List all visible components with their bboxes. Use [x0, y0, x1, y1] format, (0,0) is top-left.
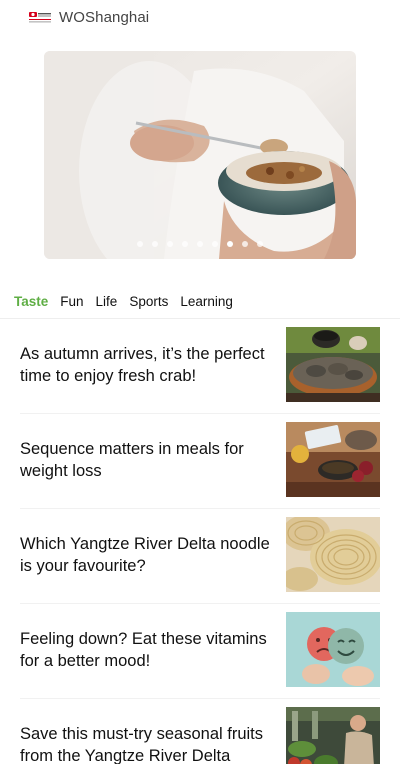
- tab-fun[interactable]: Fun: [60, 294, 83, 314]
- mood-faces-photo: [286, 612, 380, 687]
- noodles-photo: [286, 517, 380, 592]
- article-thumbnail: [286, 517, 380, 592]
- tab-taste[interactable]: Taste: [14, 294, 48, 314]
- article-title: Which Yangtze River Delta noodle is your…: [20, 535, 270, 575]
- china-unicom-logo-icon[interactable]: [28, 11, 52, 25]
- article-thumbnail: [286, 422, 380, 497]
- carousel-dot[interactable]: [167, 241, 173, 247]
- carousel-dot[interactable]: [242, 241, 248, 247]
- carousel-dot[interactable]: [137, 241, 143, 247]
- article-title: Sequence matters in meals for weight los…: [20, 440, 244, 480]
- article-title: Feeling down? Eat these vitamins for a b…: [20, 630, 267, 670]
- article-item[interactable]: Which Yangtze River Delta noodle is your…: [20, 509, 380, 604]
- fruit-market-photo: [286, 707, 380, 764]
- category-tabs: Taste Fun Life Sports Learning: [14, 294, 233, 314]
- bowl-of-granola-photo: [44, 51, 356, 259]
- article-title: As autumn arrives, it’s the perfect time…: [20, 345, 265, 385]
- carousel-dot[interactable]: [152, 241, 158, 247]
- article-thumbnail: [286, 327, 380, 402]
- carousel-dot[interactable]: [197, 241, 203, 247]
- article-item[interactable]: Save this must-try seasonal fruits from …: [20, 699, 380, 764]
- article-thumbnail: [286, 707, 380, 764]
- crab-dinner-photo: [286, 327, 380, 402]
- article-thumbnail: [286, 612, 380, 687]
- carousel-dot-active[interactable]: [227, 241, 233, 247]
- article-title: Save this must-try seasonal fruits from …: [20, 725, 264, 764]
- article-list: As autumn arrives, it’s the perfect time…: [0, 319, 400, 764]
- tab-learning[interactable]: Learning: [180, 294, 233, 314]
- article-item[interactable]: As autumn arrives, it’s the perfect time…: [20, 319, 380, 414]
- hero-carousel[interactable]: [44, 51, 356, 259]
- carousel-dot[interactable]: [212, 241, 218, 247]
- app-header: WOShanghai: [0, 0, 400, 36]
- carousel-dot[interactable]: [257, 241, 263, 247]
- carousel-dot[interactable]: [182, 241, 188, 247]
- brand-title: WOShanghai: [59, 9, 150, 26]
- article-item[interactable]: Sequence matters in meals for weight los…: [20, 414, 380, 509]
- carousel-indicator: [44, 241, 356, 247]
- tab-sports[interactable]: Sports: [129, 294, 168, 314]
- tab-life[interactable]: Life: [96, 294, 118, 314]
- article-item[interactable]: Feeling down? Eat these vitamins for a b…: [20, 604, 380, 699]
- meal-table-photo: [286, 422, 380, 497]
